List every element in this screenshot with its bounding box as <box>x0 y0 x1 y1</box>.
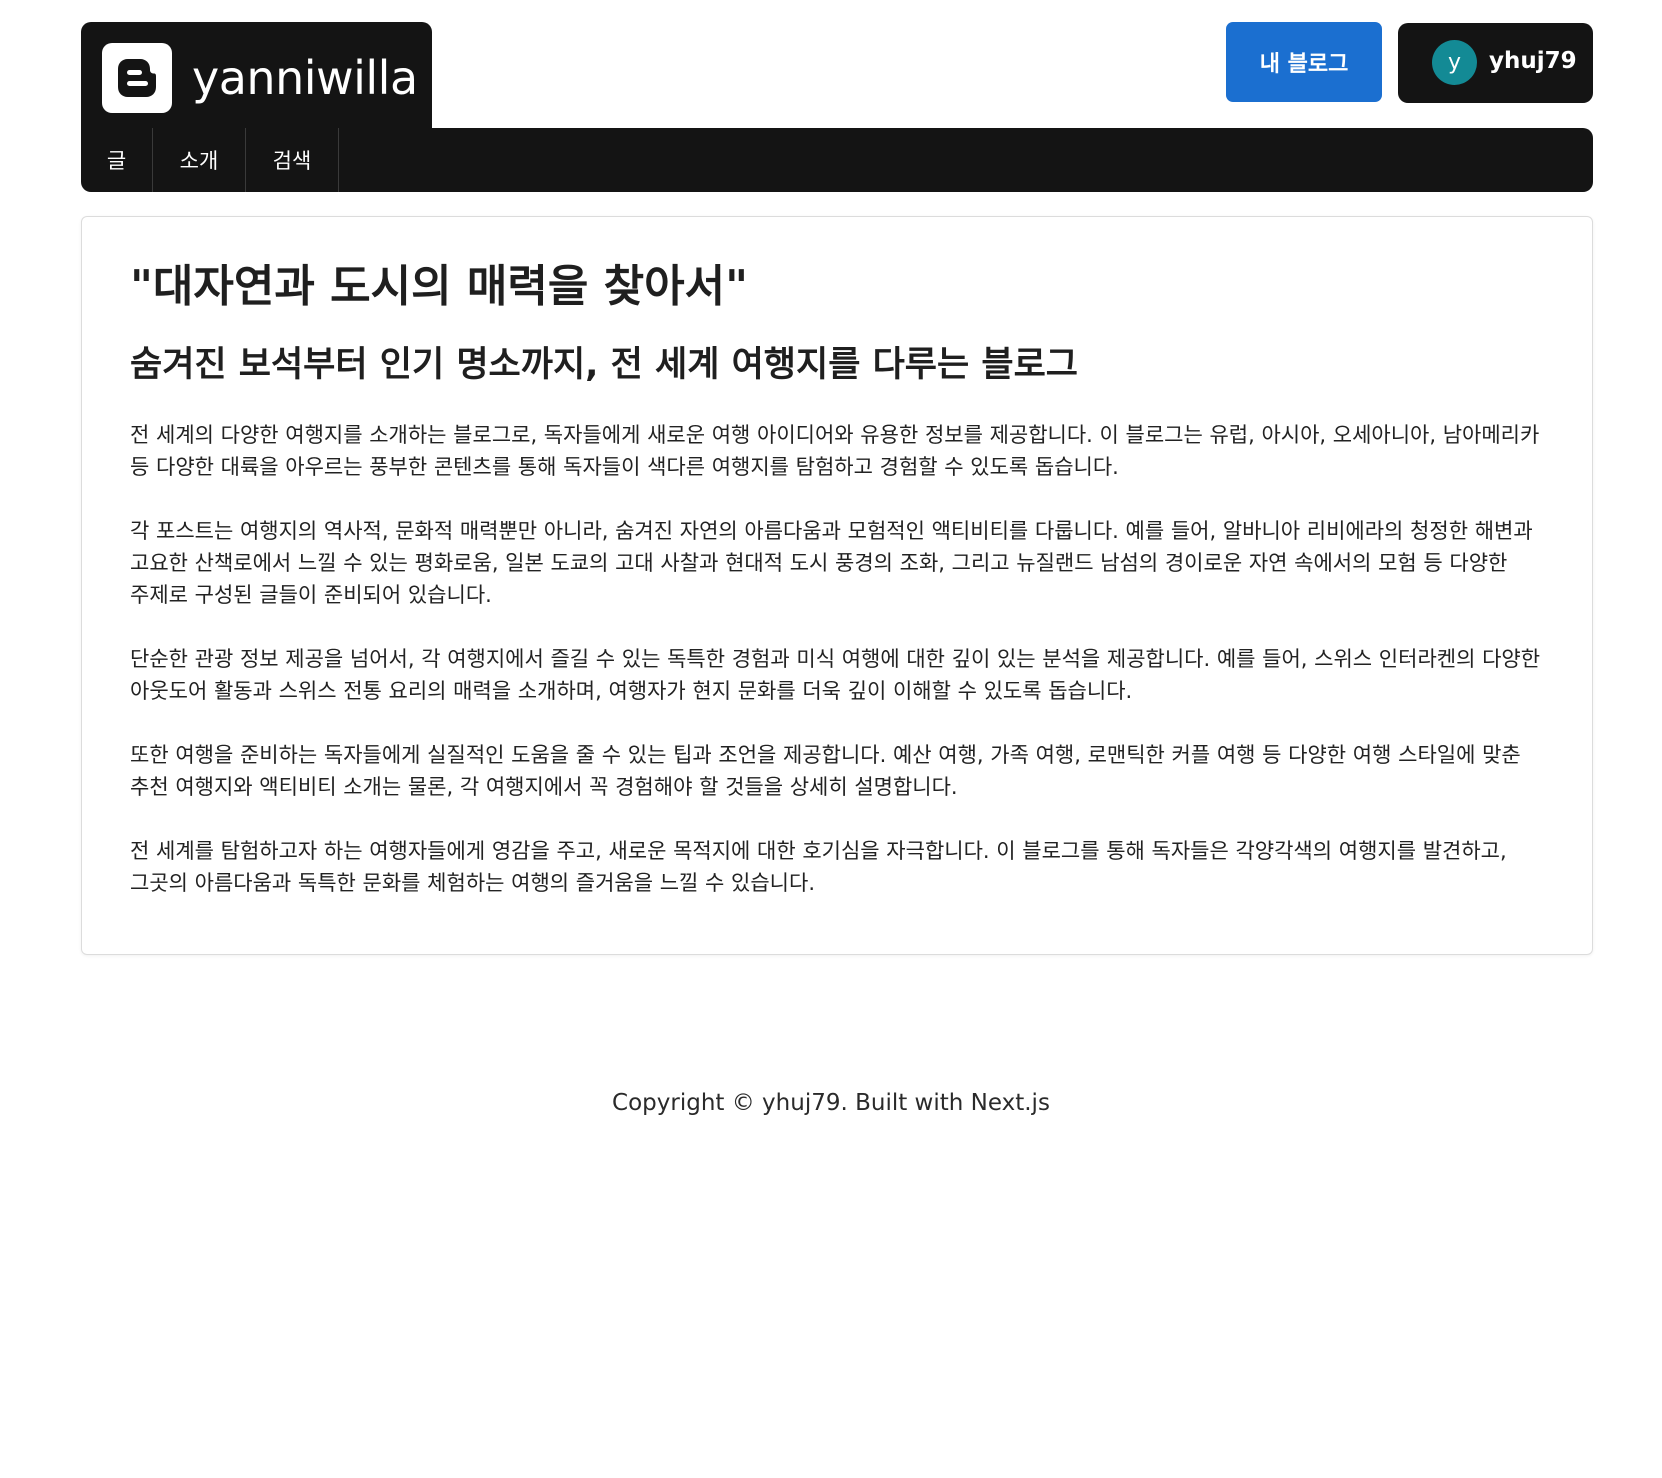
page: yanniwilla 글 소개 검색 내 블로그 y yhuj79 "대자연과 … <box>0 0 1662 1478</box>
blog-name[interactable]: yanniwilla <box>192 44 418 112</box>
post-paragraph: 각 포스트는 여행지의 역사적, 문화적 매력뿐만 아니라, 숨겨진 자연의 아… <box>130 519 1533 607</box>
username: yhuj79 <box>1489 48 1577 74</box>
post-card: "대자연과 도시의 매력을 찾아서" 숨겨진 보석부터 인기 명소까지, 전 세… <box>81 216 1593 955</box>
footer-copyright: Copyright © yhuj79. Built with Next.js <box>612 1090 1050 1116</box>
blog-brand[interactable]: yanniwilla <box>81 22 432 130</box>
post-title: "대자연과 도시의 매력을 찾아서" <box>130 261 749 312</box>
blogger-logo-icon <box>102 43 172 113</box>
post-body: 전 세계의 다양한 여행지를 소개하는 블로그로, 독자들에게 새로운 여행 아… <box>130 419 1550 899</box>
nav-item-about[interactable]: 소개 <box>153 128 246 192</box>
post-paragraph: 또한 여행을 준비하는 독자들에게 실질적인 도움을 줄 수 있는 팁과 조언을… <box>130 743 1521 799</box>
my-blog-button[interactable]: 내 블로그 <box>1226 22 1382 102</box>
post-content: "대자연과 도시의 매력을 찾아서" 숨겨진 보석부터 인기 명소까지, 전 세… <box>130 257 1550 931</box>
post-paragraph: 전 세계의 다양한 여행지를 소개하는 블로그로, 독자들에게 새로운 여행 아… <box>130 423 1540 479</box>
post-paragraph: 단순한 관광 정보 제공을 넘어서, 각 여행지에서 즐길 수 있는 독특한 경… <box>130 647 1541 703</box>
post-subtitle: 숨겨진 보석부터 인기 명소까지, 전 세계 여행지를 다루는 블로그 <box>130 345 1078 385</box>
post-paragraph: 전 세계를 탐험하고자 하는 여행자들에게 영감을 주고, 새로운 목적지에 대… <box>130 839 1507 895</box>
nav-item-posts[interactable]: 글 <box>81 128 153 192</box>
avatar: y <box>1432 40 1477 85</box>
main-nav: 글 소개 검색 <box>81 128 1593 192</box>
user-menu-button[interactable]: y yhuj79 <box>1398 23 1593 103</box>
nav-item-search[interactable]: 검색 <box>246 128 339 192</box>
